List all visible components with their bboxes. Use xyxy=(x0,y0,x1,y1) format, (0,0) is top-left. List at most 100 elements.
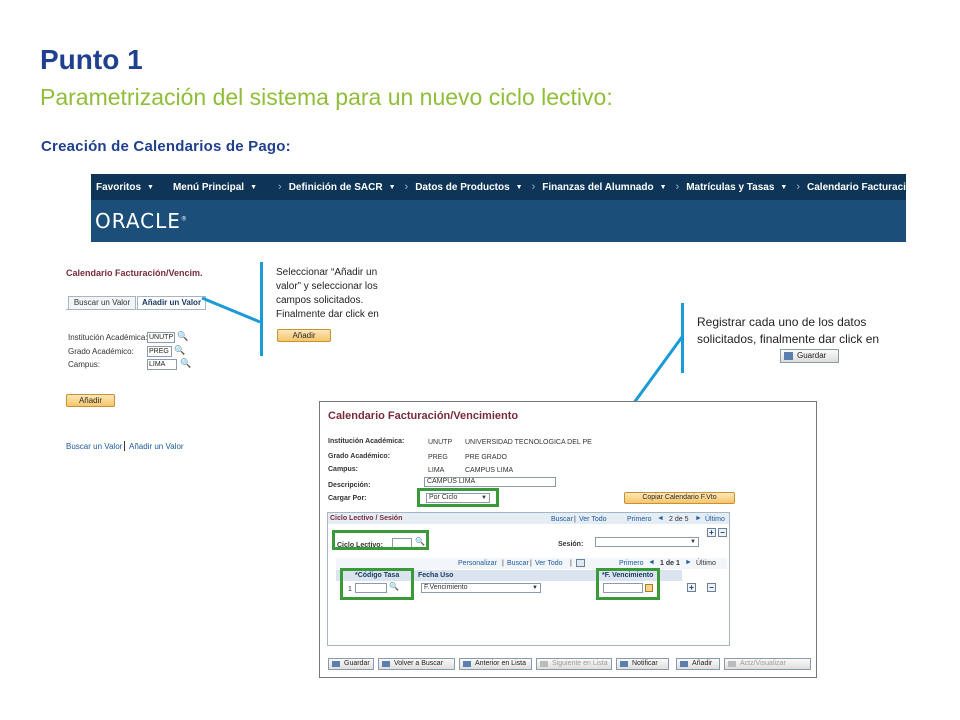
highlight-cargar xyxy=(417,488,499,507)
menu-principal[interactable]: Menú Principal ▼ xyxy=(168,182,257,193)
institucion-label: Institución Académica: xyxy=(328,438,405,445)
menu-calendario[interactable]: › Calendario Facturación/Vencim. xyxy=(791,181,906,193)
tab-buscar-valor[interactable]: Buscar un Valor xyxy=(68,296,136,310)
campus-label: Campus: xyxy=(68,360,101,369)
menu-matriculas[interactable]: › Matrículas y Tasas ▼ xyxy=(671,181,788,193)
grid-export-icon[interactable] xyxy=(576,559,585,567)
menu-datos-productos[interactable]: › Datos de Productos ▼ xyxy=(400,181,523,193)
section-heading: Creación de Calendarios de Pago: xyxy=(41,138,291,155)
anadir-label: Añadir xyxy=(692,660,713,667)
chevron-right-icon: › xyxy=(278,181,282,193)
anterior-lista-button[interactable]: Anterior en Lista xyxy=(459,658,532,670)
guardar-label: Guardar xyxy=(344,660,370,667)
dropdown-arrow-icon: ▼ xyxy=(250,183,258,191)
ciclo-ultimo-link[interactable]: Último xyxy=(705,516,725,523)
campus-code: LIMA xyxy=(428,467,445,474)
search-icon[interactable]: 🔍 xyxy=(180,358,191,369)
ciclo-ver-todo-link[interactable]: Ver Todo xyxy=(579,516,607,523)
grid-ultimo-label: Último xyxy=(696,560,716,567)
chevron-right-icon: › xyxy=(796,181,801,193)
grado-code: PREG xyxy=(428,454,448,461)
campus-input[interactable]: LIMA xyxy=(147,359,177,370)
callout-text-left: Seleccionar “Añadir un valor” y seleccio… xyxy=(276,267,379,320)
notificar-button[interactable]: Notificar xyxy=(616,658,669,670)
guardar-button[interactable]: Guardar xyxy=(328,658,374,670)
prev-arrow-icon[interactable]: ◄ xyxy=(648,559,655,566)
volver-label: Volver a Buscar xyxy=(394,660,444,667)
add-row-icon[interactable]: + xyxy=(707,528,716,537)
menu-label: Calendario Facturación/Vencim. xyxy=(807,181,906,193)
volver-buscar-button[interactable]: Volver a Buscar xyxy=(378,658,455,670)
grid-personalizar-link[interactable]: Personalizar xyxy=(458,560,497,567)
ciclo-primero-link[interactable]: Primero xyxy=(627,516,652,523)
fecha-uso-select[interactable]: F.Vencimiento ▼ xyxy=(421,583,541,593)
dropdown-arrow-icon: ▼ xyxy=(532,585,538,591)
grado-input[interactable]: PREG xyxy=(147,346,172,357)
highlight-ciclo xyxy=(332,530,429,550)
search-icon[interactable]: 🔍 xyxy=(177,331,188,342)
menu-favoritos[interactable]: Favoritos ▼ xyxy=(91,182,154,193)
grid-range: 1 de 1 xyxy=(660,560,680,567)
save-icon xyxy=(784,352,793,360)
institucion-label: Institución Académica: xyxy=(68,333,148,342)
menu-definicion-sacr[interactable]: › Definición de SACR ▼ xyxy=(273,181,396,193)
dropdown-arrow-icon: ▼ xyxy=(780,183,788,191)
next-icon xyxy=(540,661,548,667)
fecha-uso-value: F.Vencimiento xyxy=(424,584,468,591)
actz-label: Actz/Visualizar xyxy=(740,660,786,667)
menu-finanzas[interactable]: › Finanzas del Alumnado ▼ xyxy=(527,181,667,193)
delete-row-icon[interactable]: − xyxy=(718,528,727,537)
institucion-input[interactable]: UNUTP xyxy=(147,332,175,343)
actz-visualizar-button[interactable]: Actz/Visualizar xyxy=(724,658,811,670)
ciclo-buscar-link[interactable]: Buscar xyxy=(551,516,573,523)
anadir-button[interactable]: Añadir xyxy=(66,394,115,407)
link-anadir-valor[interactable]: Añadir un Valor xyxy=(129,442,184,451)
highlight-f-vencimiento xyxy=(596,568,660,600)
tab-anadir-valor[interactable]: Añadir un Valor xyxy=(137,296,206,310)
grid-ver-todo-link[interactable]: Ver Todo xyxy=(535,560,563,567)
dropdown-arrow-icon: ▼ xyxy=(388,183,396,191)
menu-label: Favoritos xyxy=(96,181,142,193)
ciclo-section-title: Ciclo Lectivo / Sesión xyxy=(330,515,403,522)
slide-title: Punto 1 xyxy=(40,44,143,75)
sesion-select[interactable]: ▼ xyxy=(595,537,699,547)
add-row-icon[interactable]: + xyxy=(687,583,696,592)
descripcion-label: Descripción: xyxy=(328,482,371,489)
siguiente-lista-button[interactable]: Siguiente en Lista xyxy=(536,658,612,670)
grid-buscar-link[interactable]: Buscar xyxy=(507,560,529,567)
dropdown-arrow-icon: ▼ xyxy=(690,539,696,545)
callout-guardar-button: Guardar xyxy=(780,349,839,363)
next-arrow-icon[interactable]: ► xyxy=(695,515,702,522)
tab-divider xyxy=(66,309,206,310)
menu-bar: Favoritos ▼ Menú Principal ▼ › Definición d… xyxy=(91,174,906,200)
grid-primero-link[interactable]: Primero xyxy=(619,560,644,567)
add-icon xyxy=(680,661,688,667)
nav-divider: | xyxy=(570,560,572,567)
descripcion-input[interactable]: CAMPUS LIMA xyxy=(424,477,556,487)
dropdown-arrow-icon: ▼ xyxy=(659,183,667,191)
notify-icon xyxy=(620,661,628,667)
nav-divider: | xyxy=(502,560,504,567)
update-icon xyxy=(728,661,736,667)
prev-arrow-icon[interactable]: ◄ xyxy=(657,515,664,522)
grado-label: Grado Académico: xyxy=(68,347,134,356)
anterior-label: Anterior en Lista xyxy=(475,660,526,667)
oracle-logo: ORACLE® xyxy=(95,209,188,233)
logo-text: ORACLE xyxy=(95,209,181,233)
callout-text-right: Registrar cada uno de los datos solicita… xyxy=(697,315,880,346)
callout-pointer-left xyxy=(201,296,261,324)
anadir-bottom-button[interactable]: Añadir xyxy=(676,658,720,670)
search-icon[interactable]: 🔍 xyxy=(174,345,185,356)
institucion-name: UNIVERSIDAD TECNOLOGICA DEL PE xyxy=(465,439,592,446)
link-buscar-valor[interactable]: Buscar un Valor xyxy=(66,442,122,451)
next-arrow-icon[interactable]: ► xyxy=(685,559,692,566)
chevron-right-icon: › xyxy=(531,181,536,193)
link-divider xyxy=(124,441,125,451)
col-fecha-uso: Fecha Uso xyxy=(418,572,454,579)
menu-label: Finanzas del Alumnado xyxy=(542,181,654,193)
dropdown-arrow-icon: ▼ xyxy=(147,183,154,191)
copiar-calendario-button[interactable]: Copiar Calendario F.Vto xyxy=(624,492,735,504)
sesion-label: Sesión: xyxy=(558,541,584,548)
slide-subtitle: Parametrización del sistema para un nuev… xyxy=(40,84,613,110)
delete-row-icon[interactable]: − xyxy=(707,583,716,592)
